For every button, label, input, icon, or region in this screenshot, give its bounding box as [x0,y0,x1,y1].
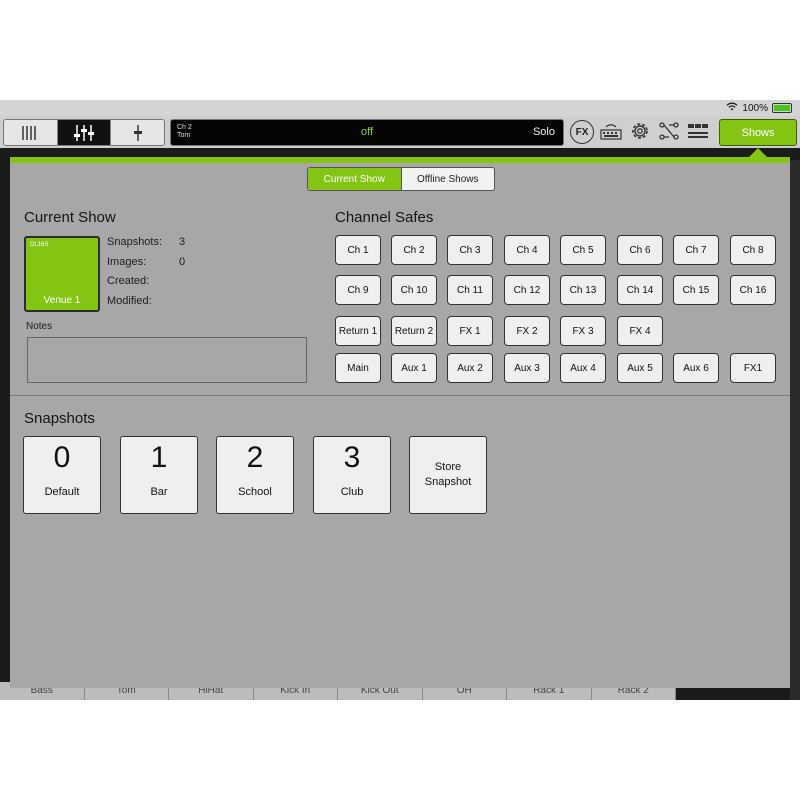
safe-ch-12-button[interactable]: Ch 12 [504,275,550,305]
safe-ch-15-button[interactable]: Ch 15 [673,275,719,305]
snapshot-name: Default [44,486,80,498]
safe-fx-1-button[interactable]: FX 1 [447,316,493,346]
notes-field[interactable] [27,337,307,383]
safe-fx1-button[interactable]: FX1 [730,353,776,383]
background-strip-right [790,160,800,700]
mixer-view-icon[interactable] [4,120,58,145]
selected-channel-display[interactable]: Ch 2 Tom off Solo [170,119,564,146]
snapshots-count-value: 3 [179,236,186,248]
snapshots-heading: Snapshots [24,410,95,427]
snapshot-tile[interactable]: 0 Default [23,436,101,514]
safe-fx-3-button[interactable]: FX 3 [560,316,606,346]
status-bar: 100% [0,100,800,116]
battery-percent: 100% [742,102,768,114]
top-toolbar: Ch 2 Tom off Solo FX Shows [0,116,800,148]
view-selector [3,119,165,146]
safe-aux-1-button[interactable]: Aux 1 [391,353,437,383]
current-show-heading: Current Show [24,209,116,226]
safe-ch-7-button[interactable]: Ch 7 [673,235,719,265]
safe-aux-6-button[interactable]: Aux 6 [673,353,719,383]
safe-ch-2-button[interactable]: Ch 2 [391,235,437,265]
safe-ch-3-button[interactable]: Ch 3 [447,235,493,265]
shows-button[interactable]: Shows [719,119,797,146]
images-count-value: 0 [179,256,186,268]
safe-ch-16-button[interactable]: Ch 16 [730,275,776,305]
safe-ch-10-button[interactable]: Ch 10 [391,275,437,305]
gear-icon[interactable] [628,119,652,143]
snapshot-number: 2 [246,441,264,474]
wifi-icon [726,102,738,114]
routing-icon[interactable] [657,119,681,143]
section-divider [10,395,790,396]
safe-ch-14-button[interactable]: Ch 14 [617,275,663,305]
notes-label: Notes [26,321,53,332]
tab-offline-shows[interactable]: Offline Shows [402,168,495,190]
keyboard-icon[interactable] [599,119,623,143]
tab-current-show[interactable]: Current Show [308,168,402,190]
safe-ch-1-button[interactable]: Ch 1 [335,235,381,265]
shows-panel: Current Show Offline Shows Current Show … [10,163,790,688]
selected-channel-state: off [360,126,374,138]
fx-icon[interactable]: FX [570,120,594,144]
show-model: DL16S [30,242,49,248]
safe-ch-13-button[interactable]: Ch 13 [560,275,606,305]
safe-return-1-button[interactable]: Return 1 [335,316,381,346]
safe-aux-3-button[interactable]: Aux 3 [504,353,550,383]
current-show-tile[interactable]: DL16S Venue 1 [24,236,100,312]
safe-aux-2-button[interactable]: Aux 2 [447,353,493,383]
channel-view-icon[interactable] [57,120,112,145]
safe-main-button[interactable]: Main [335,353,381,383]
channel-safes-heading: Channel Safes [335,209,434,226]
safe-aux-4-button[interactable]: Aux 4 [560,353,606,383]
snapshot-label: Snapshot [424,476,472,488]
safe-return-2-button[interactable]: Return 2 [391,316,437,346]
store-label: Store [434,461,462,473]
mute-groups-icon[interactable] [686,119,710,143]
safe-aux-5-button[interactable]: Aux 5 [617,353,663,383]
safe-ch-8-button[interactable]: Ch 8 [730,235,776,265]
fader-view-icon[interactable] [111,120,164,145]
safe-ch-5-button[interactable]: Ch 5 [560,235,606,265]
snapshot-tile[interactable]: 2 School [216,436,294,514]
snapshot-name: Club [340,486,364,498]
safe-ch-11-button[interactable]: Ch 11 [447,275,493,305]
snapshot-tile[interactable]: 3 Club [313,436,391,514]
store-snapshot-button[interactable]: Store Snapshot [409,436,487,514]
mixer-app: 100% Ch 2 Tom off Solo FX Shows Bass Tom… [0,100,800,700]
safe-fx-4-button[interactable]: FX 4 [617,316,663,346]
images-count-label: Images: [107,256,147,268]
show-name: Venue 1 [43,295,81,306]
solo-label: Solo [532,126,555,138]
snapshot-number: 0 [53,441,71,474]
safe-fx-2-button[interactable]: FX 2 [504,316,550,346]
safe-ch-6-button[interactable]: Ch 6 [617,235,663,265]
snapshots-count-label: Snapshots: [107,236,163,248]
show-tabs: Current Show Offline Shows [307,167,495,191]
snapshot-tile[interactable]: 1 Bar [120,436,198,514]
modified-label: Modified: [107,295,152,307]
snapshot-number: 3 [343,441,361,474]
created-label: Created: [107,275,150,287]
battery-icon [772,103,792,113]
snapshot-name: Bar [150,486,168,498]
safe-ch-4-button[interactable]: Ch 4 [504,235,550,265]
safe-ch-9-button[interactable]: Ch 9 [335,275,381,305]
snapshot-name: School [238,486,272,498]
snapshot-number: 1 [150,441,168,474]
